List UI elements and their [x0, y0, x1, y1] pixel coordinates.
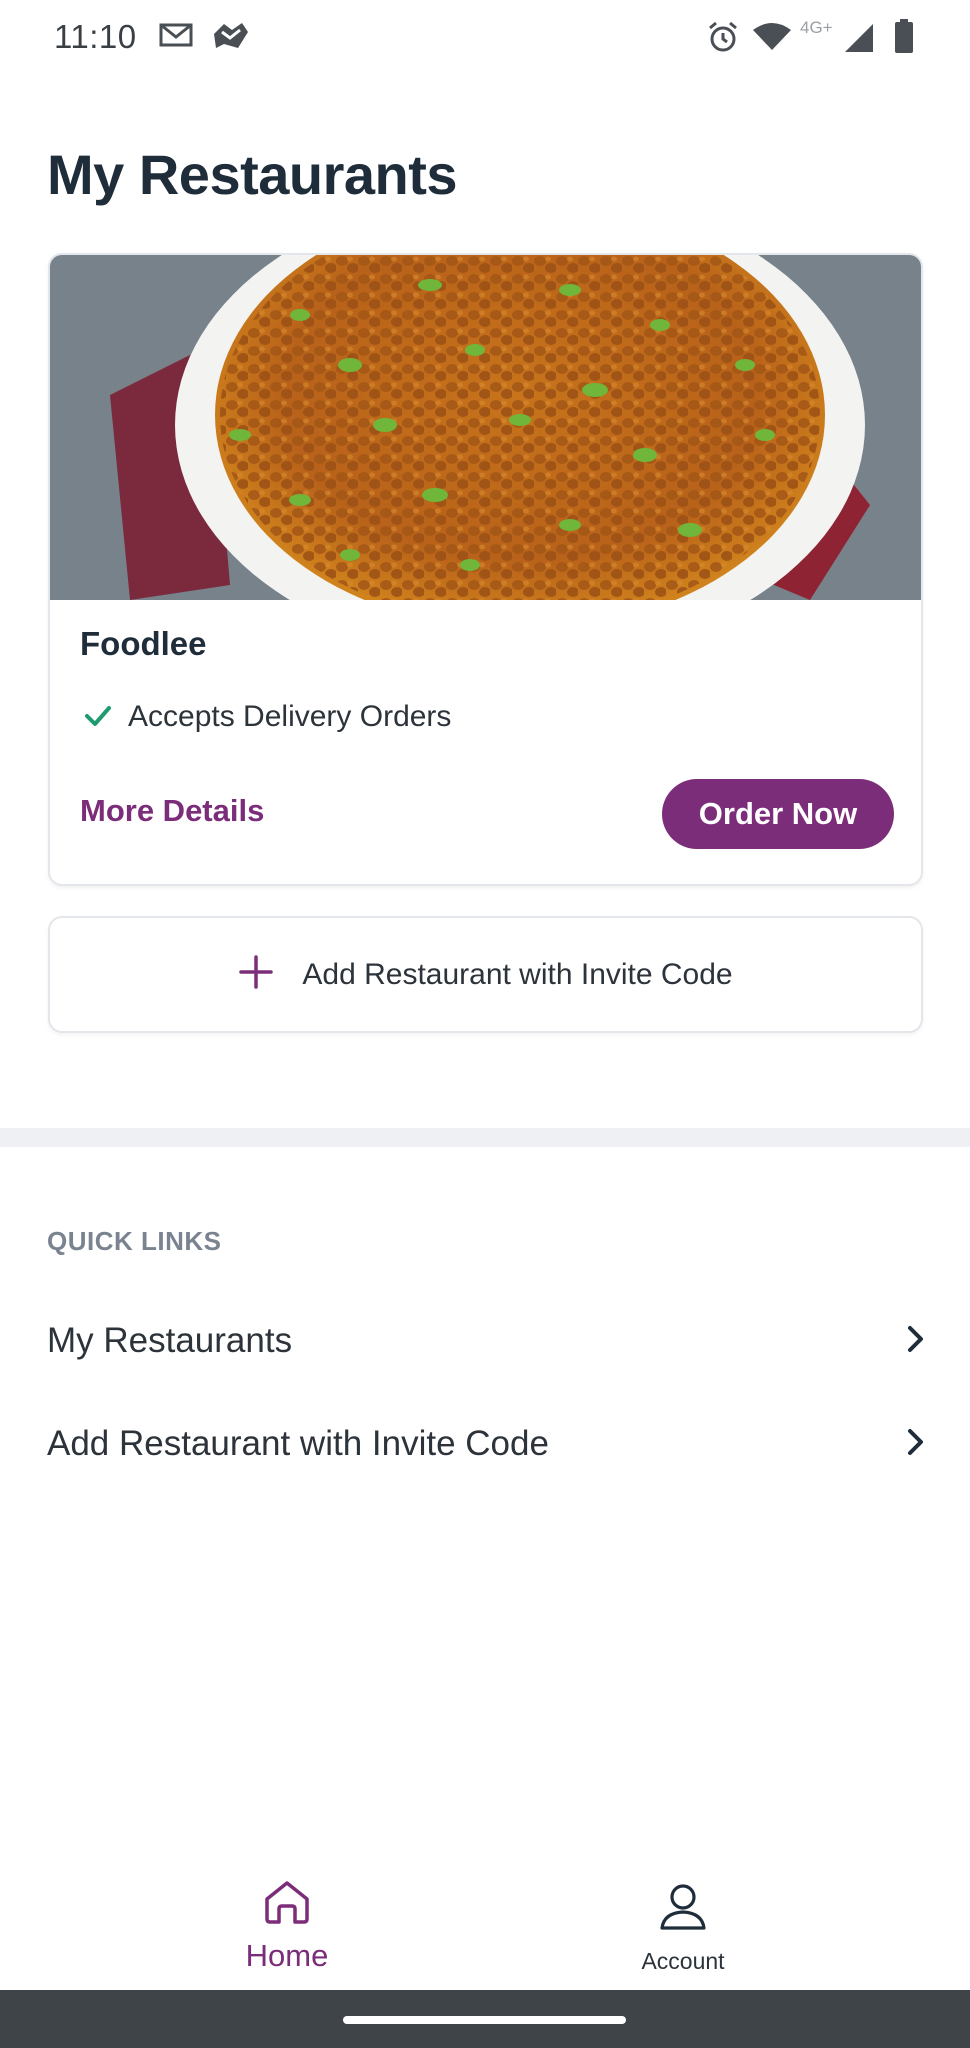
alarm-icon [706, 20, 740, 59]
quick-link-label: My Restaurants [47, 1321, 293, 1360]
user-icon [658, 1881, 708, 1936]
map-app-icon [210, 20, 250, 57]
bottom-nav: Home Account [0, 1855, 970, 1990]
nav-home-label: Home [245, 1938, 329, 1973]
delivery-status: Accepts Delivery Orders [128, 700, 452, 733]
add-restaurant-label: Add Restaurant with Invite Code [302, 957, 733, 991]
chevron-right-icon [905, 1324, 927, 1359]
network-type: 4G+ [800, 18, 833, 37]
quick-link-add-restaurant[interactable]: Add Restaurant with Invite Code [47, 1414, 927, 1474]
curry-dish-image [50, 255, 921, 600]
check-icon [84, 704, 112, 733]
status-bar: 11:10 4G+ [0, 0, 970, 72]
home-icon [262, 1879, 312, 1930]
chevron-right-icon [905, 1427, 927, 1462]
quick-link-my-restaurants[interactable]: My Restaurants [47, 1311, 927, 1371]
page-title: My Restaurants [47, 143, 458, 206]
battery-icon [893, 18, 915, 59]
quick-link-label: Add Restaurant with Invite Code [47, 1424, 549, 1463]
nav-home[interactable]: Home [187, 1855, 387, 1990]
restaurant-card[interactable]: Foodlee Accepts Delivery Orders More Det… [48, 253, 923, 886]
nav-account-label: Account [641, 1948, 725, 1974]
signal-icon [843, 22, 875, 59]
home-indicator[interactable] [343, 2016, 626, 2024]
nav-account[interactable]: Account [583, 1855, 783, 1990]
more-details-link[interactable]: More Details [80, 793, 264, 829]
plus-icon [238, 954, 274, 995]
screen: 11:10 4G+ My Restaurants Foodlee Accepts… [0, 0, 970, 2048]
status-time: 11:10 [54, 18, 137, 55]
restaurant-name: Foodlee [80, 625, 207, 662]
wifi-icon [752, 22, 792, 57]
section-divider [0, 1128, 970, 1147]
system-nav-bar [0, 1990, 970, 2048]
quick-links-header: QUICK LINKS [47, 1226, 222, 1256]
add-restaurant-button[interactable]: Add Restaurant with Invite Code [48, 916, 923, 1033]
order-now-button[interactable]: Order Now [662, 779, 894, 849]
gmail-icon [158, 20, 194, 55]
